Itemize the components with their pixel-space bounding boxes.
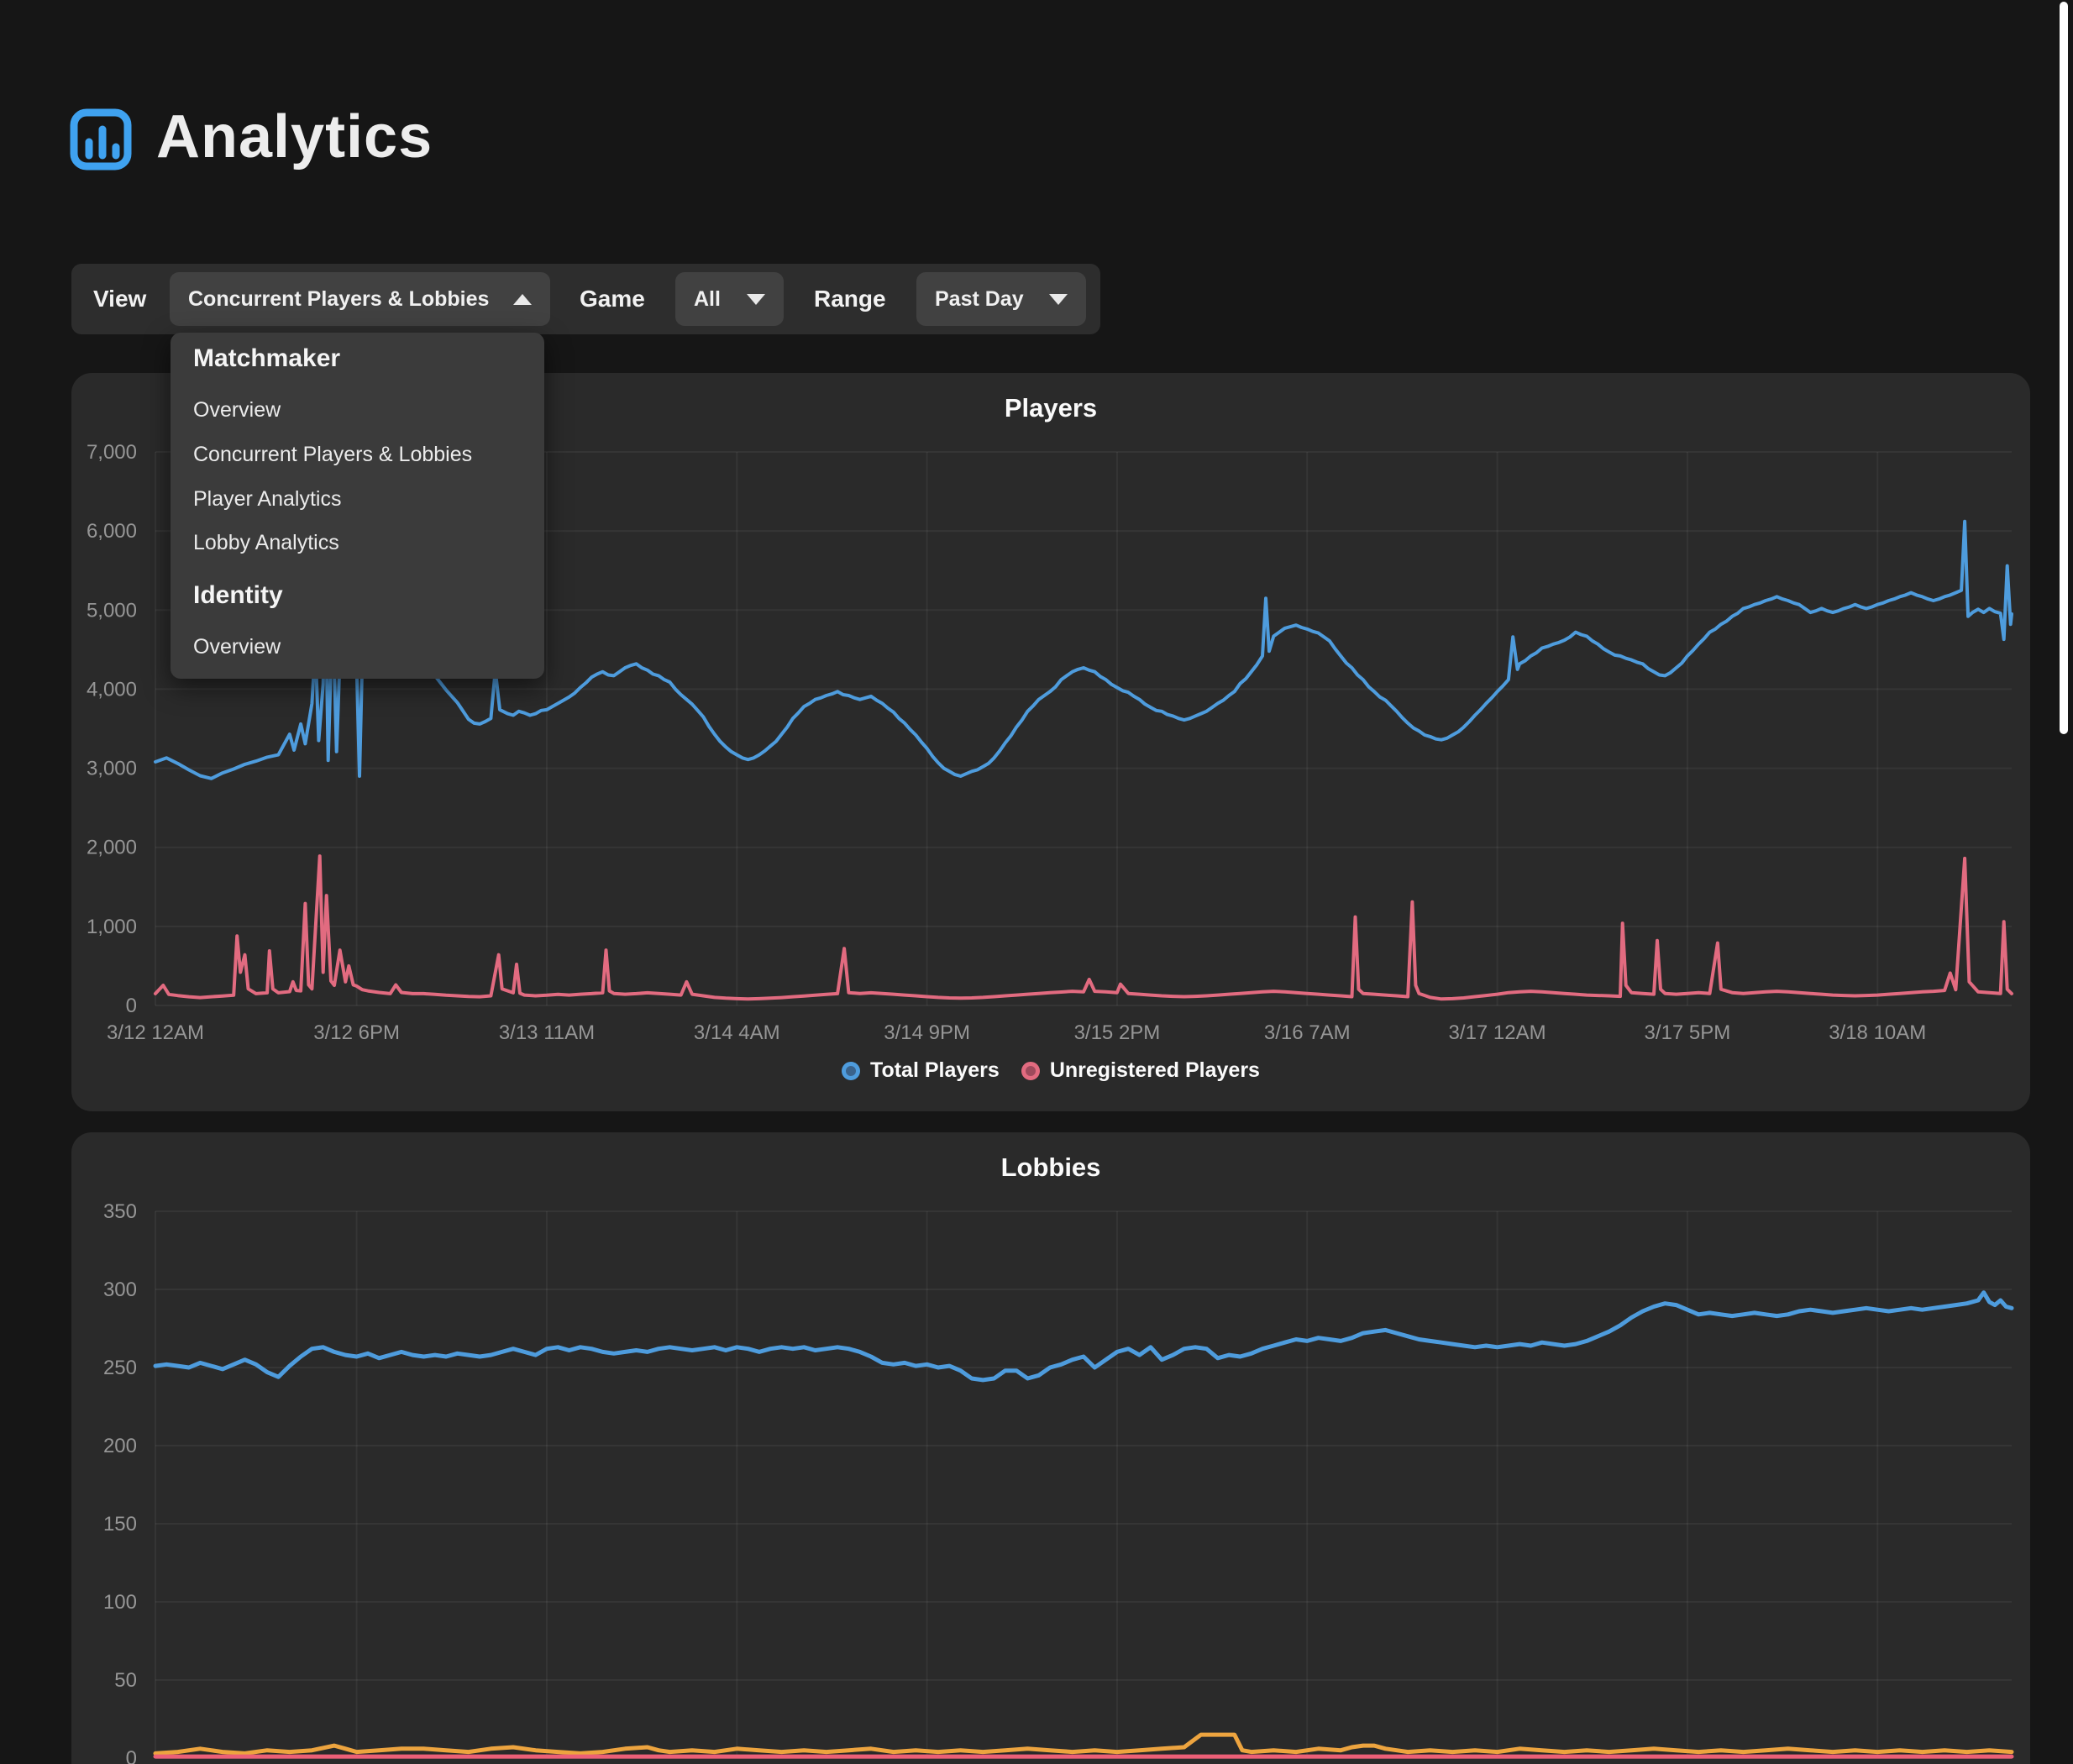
menu-item-identity-overview[interactable]: Overview bbox=[193, 635, 521, 659]
page-title: Analytics bbox=[156, 102, 433, 171]
svg-text:3/17 12AM: 3/17 12AM bbox=[1449, 1021, 1546, 1044]
game-select-value: All bbox=[694, 287, 721, 312]
svg-text:50: 50 bbox=[114, 1669, 137, 1692]
toolbar: View Concurrent Players & Lobbies Game A… bbox=[71, 264, 1100, 334]
svg-text:100: 100 bbox=[103, 1591, 137, 1614]
vertical-scrollbar-thumb[interactable] bbox=[2060, 2, 2068, 734]
svg-text:3/16 7AM: 3/16 7AM bbox=[1264, 1021, 1351, 1044]
view-dropdown-menu: Matchmaker Overview Concurrent Players &… bbox=[171, 333, 544, 679]
menu-item-concurrent-players-lobbies[interactable]: Concurrent Players & Lobbies bbox=[193, 443, 521, 467]
range-select[interactable]: Past Day bbox=[916, 272, 1086, 326]
svg-text:3/12 6PM: 3/12 6PM bbox=[313, 1021, 400, 1044]
legend-item[interactable]: Unregistered Players bbox=[1021, 1058, 1260, 1083]
menu-section-header-matchmaker: Matchmaker bbox=[193, 344, 521, 373]
svg-text:250: 250 bbox=[103, 1357, 137, 1379]
svg-text:3/13 11AM: 3/13 11AM bbox=[499, 1021, 595, 1044]
legend-label: Unregistered Players bbox=[1050, 1058, 1260, 1083]
players-chart-legend: Total Players Unregistered Players bbox=[71, 1058, 2030, 1083]
legend-dot-icon bbox=[842, 1062, 860, 1080]
lobbies-chart-card: Lobbies 350300250200150100500 bbox=[71, 1132, 2030, 1764]
svg-text:150: 150 bbox=[103, 1513, 137, 1536]
svg-text:1,000: 1,000 bbox=[87, 916, 137, 938]
menu-section-header-identity: Identity bbox=[193, 581, 521, 610]
legend-item[interactable]: Total Players bbox=[842, 1058, 1000, 1083]
svg-text:5,000: 5,000 bbox=[87, 599, 137, 622]
svg-text:3/12 12AM: 3/12 12AM bbox=[107, 1021, 204, 1044]
menu-item-matchmaker-overview[interactable]: Overview bbox=[193, 398, 521, 423]
svg-text:300: 300 bbox=[103, 1278, 137, 1301]
svg-text:2,000: 2,000 bbox=[87, 837, 137, 859]
svg-text:3/17 5PM: 3/17 5PM bbox=[1645, 1021, 1731, 1044]
game-select[interactable]: All bbox=[675, 272, 784, 326]
lobbies-chart-plot[interactable]: 350 300 250 200 150 100 50 0 bbox=[71, 1132, 2030, 1764]
svg-text:200: 200 bbox=[103, 1435, 137, 1457]
game-label: Game bbox=[580, 264, 645, 334]
svg-text:0: 0 bbox=[126, 1747, 137, 1764]
chevron-down-icon bbox=[1049, 294, 1068, 305]
svg-text:7,000: 7,000 bbox=[87, 441, 137, 464]
legend-dot-icon bbox=[1021, 1062, 1040, 1080]
range-label: Range bbox=[814, 264, 886, 334]
svg-text:3,000: 3,000 bbox=[87, 758, 137, 780]
view-select[interactable]: Concurrent Players & Lobbies bbox=[170, 272, 550, 326]
legend-label: Total Players bbox=[870, 1058, 1000, 1083]
view-select-value: Concurrent Players & Lobbies bbox=[188, 287, 489, 312]
svg-text:3/14 9PM: 3/14 9PM bbox=[884, 1021, 970, 1044]
view-label: View bbox=[93, 264, 146, 334]
svg-text:0: 0 bbox=[126, 995, 137, 1017]
range-select-value: Past Day bbox=[935, 287, 1024, 312]
chevron-down-icon bbox=[747, 294, 765, 305]
bar-chart-icon bbox=[69, 108, 133, 171]
svg-text:4,000: 4,000 bbox=[87, 678, 137, 701]
svg-text:3/15 2PM: 3/15 2PM bbox=[1074, 1021, 1161, 1044]
svg-text:350: 350 bbox=[103, 1200, 137, 1223]
svg-text:3/14 4AM: 3/14 4AM bbox=[694, 1021, 780, 1044]
analytics-page: Analytics View Concurrent Players & Lobb… bbox=[0, 0, 2073, 1764]
svg-text:6,000: 6,000 bbox=[87, 520, 137, 543]
menu-item-lobby-analytics[interactable]: Lobby Analytics bbox=[193, 531, 521, 555]
svg-text:3/18 10AM: 3/18 10AM bbox=[1829, 1021, 1926, 1044]
chevron-up-icon bbox=[513, 294, 532, 305]
menu-item-player-analytics[interactable]: Player Analytics bbox=[193, 487, 521, 512]
